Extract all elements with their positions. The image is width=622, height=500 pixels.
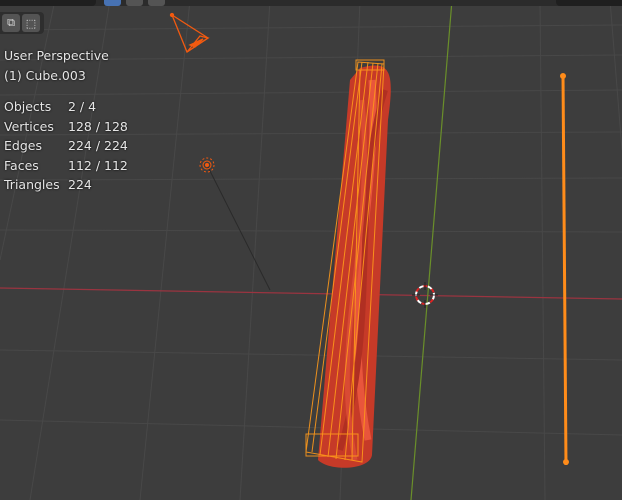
stat-value: 128 / 128 xyxy=(68,118,128,134)
stat-label: Edges xyxy=(4,138,42,153)
stat-value: 112 / 112 xyxy=(68,157,128,173)
view-name: User Perspective xyxy=(4,48,109,63)
y-axis-line xyxy=(410,0,453,500)
viewport-info-overlay: User Perspective (1) Cube.003 Objects 2 /… xyxy=(4,46,128,195)
active-object-name: (1) Cube.003 xyxy=(4,67,86,83)
x-axis-line xyxy=(0,287,622,300)
light-direction-line xyxy=(206,164,271,291)
select-mode-subtract-button[interactable] xyxy=(148,0,165,6)
twisted-mesh-bundle[interactable] xyxy=(305,59,391,468)
stat-row-objects: Objects 2 / 4 xyxy=(4,97,128,117)
stat-label: Vertices xyxy=(4,118,54,134)
stat-label: Objects xyxy=(4,99,52,114)
header-right-panel[interactable] xyxy=(556,0,622,6)
stat-value: 224 / 224 xyxy=(68,138,128,153)
stat-value: 224 xyxy=(68,177,92,192)
select-box-tool-icon[interactable]: ⧉ xyxy=(2,14,20,32)
stat-label: Faces xyxy=(4,157,39,173)
stat-label: Triangles xyxy=(4,177,60,192)
select-mode-extend-button[interactable] xyxy=(126,0,143,6)
select-tool-icon[interactable]: ⬚ xyxy=(22,14,40,32)
camera-object[interactable] xyxy=(169,12,210,53)
stat-row-triangles: Triangles 224 xyxy=(4,175,128,195)
header-bar xyxy=(0,0,622,6)
toolbar: ⧉ ⬚ xyxy=(0,12,44,34)
stat-value: 2 / 4 xyxy=(68,99,97,114)
select-mode-new-button[interactable] xyxy=(104,0,121,6)
light-object[interactable] xyxy=(199,157,215,173)
header-left-panel[interactable] xyxy=(0,0,96,6)
stat-row-vertices: Vertices 128 / 128 xyxy=(4,117,128,137)
stat-row-faces: Faces 112 / 112 xyxy=(4,156,128,176)
stat-row-edges: Edges 224 / 224 xyxy=(4,136,128,156)
